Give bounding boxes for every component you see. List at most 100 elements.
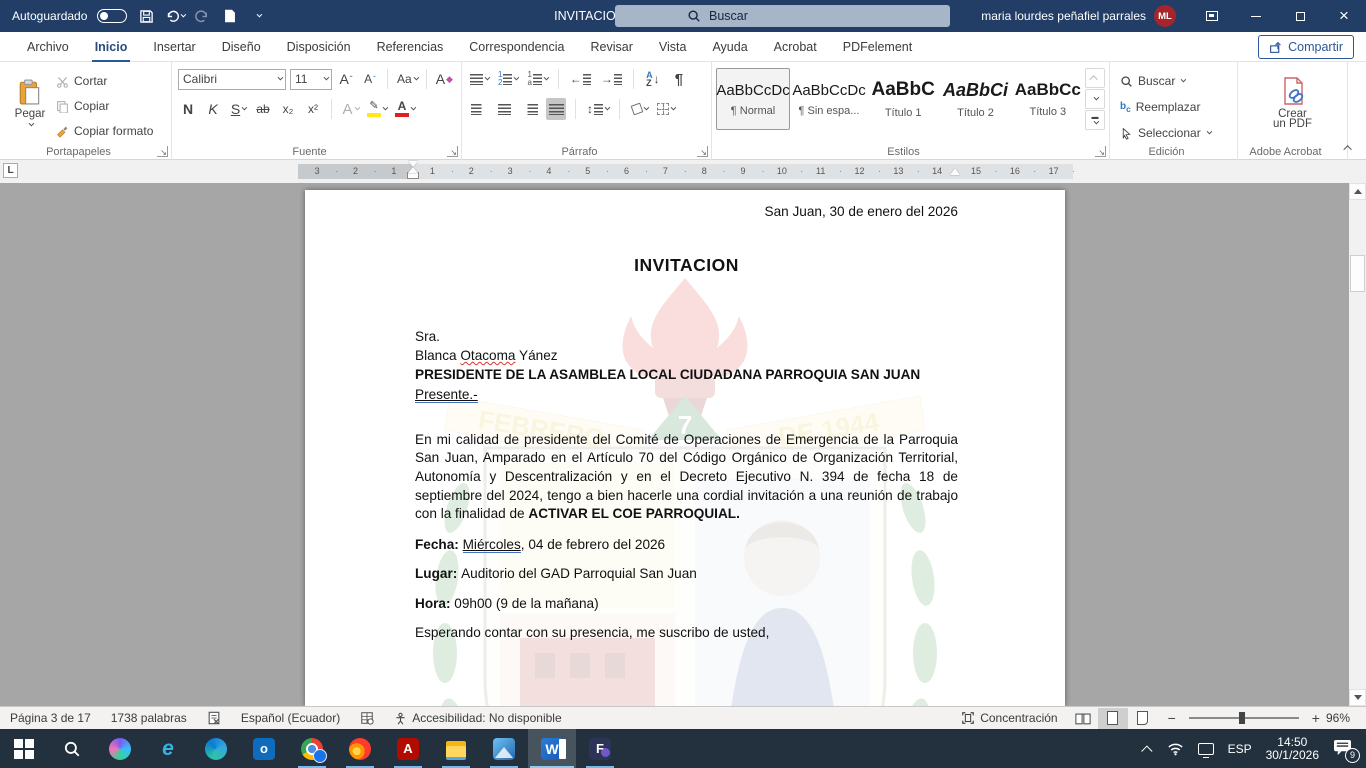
change-case-button[interactable]: Aa xyxy=(395,68,419,90)
clock[interactable]: 14:50 30/1/2026 xyxy=(1266,736,1319,762)
tab-insertar[interactable]: Insertar xyxy=(140,32,208,62)
tab-stop-selector[interactable]: L xyxy=(3,163,18,178)
multilevel-list-button[interactable]: 1a xyxy=(525,68,548,90)
strikethrough-button[interactable]: ab xyxy=(253,98,273,120)
minimize-button[interactable] xyxy=(1234,0,1278,32)
accessibility-status[interactable]: Accesibilidad: No disponible xyxy=(384,707,571,730)
customize-quick-access-icon[interactable] xyxy=(249,7,267,25)
notification-center-icon[interactable]: 9 xyxy=(1333,739,1352,759)
scrollbar-thumb[interactable] xyxy=(1350,255,1365,292)
new-document-icon[interactable] xyxy=(221,7,239,25)
font-name-combo[interactable]: Calibri xyxy=(178,69,286,90)
search-box[interactable] xyxy=(615,5,950,27)
font-dialog-launcher[interactable]: ↘ xyxy=(447,146,458,157)
vertical-scrollbar[interactable] xyxy=(1349,183,1366,706)
page-indicator[interactable]: Página 3 de 17 xyxy=(0,707,101,730)
tab-revisar[interactable]: Revisar xyxy=(577,32,645,62)
style-normal[interactable]: AaBbCcDc ¶ Normal xyxy=(716,68,790,130)
file-explorer-icon[interactable] xyxy=(432,729,480,768)
undo-chevron-icon[interactable] xyxy=(180,12,186,18)
focus-mode-button[interactable]: Concentración xyxy=(951,707,1067,730)
shrink-font-button[interactable]: Aˇ xyxy=(360,68,380,90)
styles-dialog-launcher[interactable]: ↘ xyxy=(1095,146,1106,157)
avatar[interactable]: ML xyxy=(1154,5,1176,27)
align-right-button[interactable] xyxy=(520,98,540,120)
language-switcher[interactable]: ESP xyxy=(1228,742,1252,756)
sort-button[interactable]: AZ↓ xyxy=(643,68,663,90)
paste-chevron-icon[interactable] xyxy=(29,121,35,127)
justify-button[interactable] xyxy=(546,98,566,120)
edge-icon[interactable] xyxy=(192,729,240,768)
search-icon[interactable] xyxy=(48,729,96,768)
wifi-icon[interactable] xyxy=(1167,742,1184,756)
zoom-level[interactable]: 96% xyxy=(1324,707,1366,730)
align-center-button[interactable] xyxy=(494,98,514,120)
underline-button[interactable]: S xyxy=(228,98,248,120)
tab-referencias[interactable]: Referencias xyxy=(364,32,457,62)
tray-expand-icon[interactable] xyxy=(1141,745,1152,756)
tab-disposición[interactable]: Disposición xyxy=(274,32,364,62)
tab-inicio[interactable]: Inicio xyxy=(82,32,141,62)
show-paragraph-marks-button[interactable]: ¶ xyxy=(669,68,689,90)
zoom-slider[interactable] xyxy=(1189,717,1299,719)
connect-display-icon[interactable] xyxy=(1198,743,1214,755)
tab-vista[interactable]: Vista xyxy=(646,32,700,62)
word-icon[interactable]: W xyxy=(528,729,576,768)
proofing-errors-icon[interactable] xyxy=(197,707,231,730)
bullets-button[interactable] xyxy=(468,68,490,90)
grow-font-button[interactable]: Aˆ xyxy=(336,68,356,90)
line-spacing-button[interactable]: ↕ xyxy=(585,98,610,120)
firefox-icon[interactable] xyxy=(336,729,384,768)
ribbon-display-options-button[interactable] xyxy=(1190,0,1234,32)
align-left-button[interactable] xyxy=(468,98,488,120)
scroll-down-button[interactable] xyxy=(1349,689,1366,706)
shading-button[interactable] xyxy=(629,98,649,120)
superscript-button[interactable]: x² xyxy=(303,98,323,120)
increase-indent-button[interactable]: → xyxy=(599,68,624,90)
style-heading2[interactable]: AaBbCi Título 2 xyxy=(940,68,1010,130)
zoom-in-button[interactable]: + xyxy=(1312,710,1320,726)
right-indent-marker[interactable] xyxy=(950,168,960,175)
web-layout-button[interactable] xyxy=(1128,708,1158,729)
create-pdf-button[interactable]: Crear un PDF xyxy=(1267,66,1319,140)
document-info-icon[interactable] xyxy=(350,707,384,730)
search-input[interactable] xyxy=(709,9,909,23)
bold-button[interactable]: N xyxy=(178,98,198,120)
decrease-indent-button[interactable]: ← xyxy=(568,68,593,90)
zoom-slider-thumb[interactable] xyxy=(1239,712,1245,724)
fdm-icon[interactable]: F xyxy=(576,729,624,768)
tab-ayuda[interactable]: Ayuda xyxy=(699,32,760,62)
internet-explorer-icon[interactable]: e xyxy=(144,729,192,768)
style-heading1[interactable]: AaBbC Título 1 xyxy=(868,68,938,130)
print-layout-button[interactable] xyxy=(1098,708,1128,729)
font-size-combo[interactable]: 11 xyxy=(290,69,332,90)
undo-icon[interactable] xyxy=(165,7,183,25)
autosave-toggle[interactable] xyxy=(97,9,127,23)
restore-button[interactable] xyxy=(1278,0,1322,32)
collapse-ribbon-button[interactable] xyxy=(1340,141,1358,155)
photos-icon[interactable] xyxy=(480,729,528,768)
borders-button[interactable] xyxy=(655,98,676,120)
style-no-spacing[interactable]: AaBbCcDc ¶ Sin espa... xyxy=(792,68,866,130)
tab-pdfelement[interactable]: PDFelement xyxy=(830,32,925,62)
find-button[interactable]: Buscar xyxy=(1120,70,1233,92)
italic-button[interactable]: K xyxy=(203,98,223,120)
numbering-button[interactable]: 12 xyxy=(496,68,519,90)
font-color-button[interactable]: A xyxy=(393,98,416,120)
format-painter-button[interactable]: Copiar formato xyxy=(56,120,153,142)
share-button[interactable]: Compartir xyxy=(1258,35,1354,59)
paragraph-dialog-launcher[interactable]: ↘ xyxy=(697,146,708,157)
save-icon[interactable] xyxy=(137,7,155,25)
styles-row-down-button[interactable] xyxy=(1085,89,1105,109)
scroll-up-button[interactable] xyxy=(1349,183,1366,200)
chrome-icon[interactable] xyxy=(288,729,336,768)
tab-acrobat[interactable]: Acrobat xyxy=(761,32,830,62)
subscript-button[interactable]: x₂ xyxy=(278,98,298,120)
paste-button[interactable]: Pegar xyxy=(4,66,56,140)
clear-formatting-button[interactable]: A◆ xyxy=(434,68,455,90)
zoom-out-button[interactable]: − xyxy=(1168,710,1176,726)
styles-gallery-button[interactable]: ▬ xyxy=(1085,110,1105,130)
outlook-icon[interactable]: o xyxy=(240,729,288,768)
tab-correspondencia[interactable]: Correspondencia xyxy=(456,32,577,62)
copilot-icon[interactable] xyxy=(96,729,144,768)
